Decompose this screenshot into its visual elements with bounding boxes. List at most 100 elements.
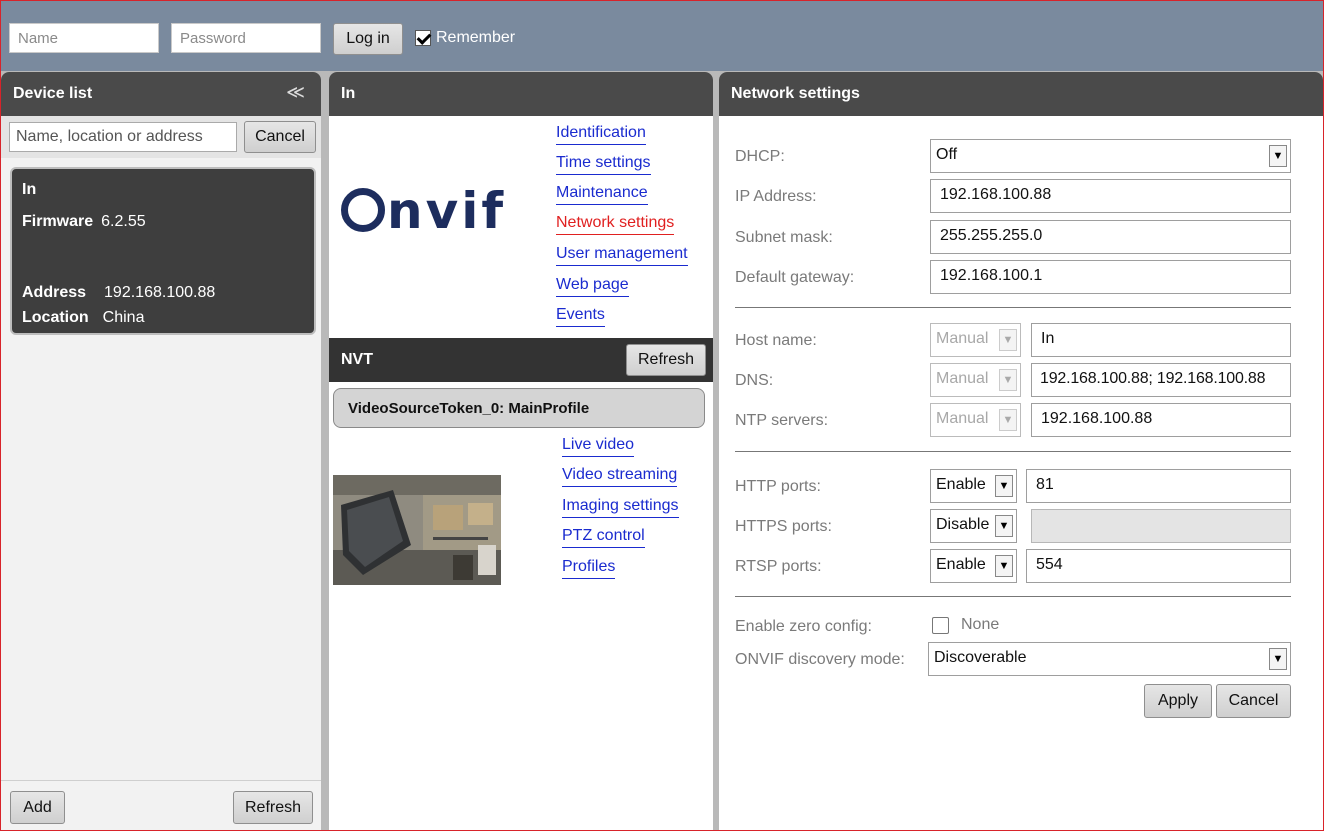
- http-mode-select[interactable]: Enable ▼: [930, 469, 1017, 503]
- rtsp-ports-label: RTSP ports:: [735, 558, 822, 575]
- login-button[interactable]: Log in: [333, 23, 403, 55]
- http-mode-value: Enable: [936, 476, 986, 493]
- login-bar: Log in Remember: [1, 1, 1323, 71]
- ntp-label: NTP servers:: [735, 412, 829, 429]
- checkbox-checked-icon[interactable]: [415, 30, 431, 46]
- chevron-down-icon: ▼: [999, 409, 1017, 431]
- rtsp-ports-field[interactable]: 554: [1026, 549, 1291, 583]
- chevron-down-icon: ▼: [999, 329, 1017, 351]
- chevron-down-icon: ▼: [1269, 648, 1287, 670]
- http-ports-field[interactable]: 81: [1026, 469, 1291, 503]
- profile-header[interactable]: VideoSourceToken_0: MainProfile: [333, 388, 705, 428]
- firmware-value: 6.2.55: [101, 213, 146, 230]
- subnet-label: Subnet mask:: [735, 229, 833, 246]
- http-ports-label: HTTP ports:: [735, 478, 821, 495]
- nvt-title: NVT: [341, 351, 373, 368]
- link-user-management[interactable]: User management: [556, 245, 688, 266]
- https-mode-select[interactable]: Disable ▼: [930, 509, 1017, 543]
- divider: [735, 451, 1291, 452]
- address-value: 192.168.100.88: [104, 284, 216, 301]
- video-thumbnail-image: [333, 475, 501, 585]
- network-settings-title: Network settings: [731, 85, 860, 102]
- device-firmware-row: Firmware 6.2.55: [22, 213, 146, 231]
- link-maintenance[interactable]: Maintenance: [556, 184, 648, 205]
- gateway-label: Default gateway:: [735, 269, 855, 286]
- name-input[interactable]: [9, 23, 159, 53]
- device-search-input[interactable]: [9, 122, 237, 152]
- onvif-logo-text: nvif: [387, 182, 507, 240]
- link-video-streaming[interactable]: Video streaming: [562, 466, 678, 487]
- chevron-down-icon: ▼: [999, 369, 1017, 391]
- https-ports-field[interactable]: [1031, 509, 1291, 543]
- zero-config-value: None: [961, 616, 1000, 633]
- dns-mode-select[interactable]: Manual ▼: [930, 363, 1021, 397]
- link-identification[interactable]: Identification: [556, 124, 646, 145]
- ip-label: IP Address:: [735, 188, 817, 205]
- link-imaging-settings[interactable]: Imaging settings: [562, 497, 679, 518]
- link-ptz-control[interactable]: PTZ control: [562, 527, 645, 548]
- device-card[interactable]: In Firmware 6.2.55 Address 192.168.100.8…: [10, 167, 316, 335]
- chevron-down-icon: ▼: [1269, 145, 1287, 167]
- cancel-button[interactable]: Cancel: [1216, 684, 1291, 718]
- address-label: Address: [22, 284, 87, 301]
- nvt-refresh-button[interactable]: Refresh: [626, 344, 706, 376]
- remember-checkbox[interactable]: Remember: [415, 29, 515, 47]
- link-events[interactable]: Events: [556, 306, 605, 327]
- device-search-row: Cancel: [1, 116, 321, 158]
- device-list-footer: Add Refresh: [1, 780, 321, 830]
- network-settings-panel: Network settings DHCP: Off ▼ IP Address:…: [719, 72, 1323, 830]
- divider: [735, 307, 1291, 308]
- checkbox-unchecked-icon[interactable]: [932, 616, 949, 634]
- device-name: In: [22, 181, 37, 198]
- dns-label: DNS:: [735, 372, 774, 389]
- link-time-settings[interactable]: Time settings: [556, 154, 651, 175]
- refresh-devices-button[interactable]: Refresh: [233, 791, 313, 824]
- device-detail-header: In: [329, 72, 713, 116]
- discovery-mode-select[interactable]: Discoverable ▼: [928, 642, 1291, 676]
- chevron-down-icon: ▼: [995, 555, 1013, 577]
- location-value: China: [102, 309, 145, 326]
- gateway-field[interactable]: 192.168.100.1: [930, 260, 1291, 294]
- collapse-icon[interactable]: ≪: [286, 82, 305, 103]
- onvif-logo-ring-icon: [341, 188, 385, 232]
- add-device-button[interactable]: Add: [10, 791, 65, 824]
- dhcp-select[interactable]: Off ▼: [930, 139, 1291, 173]
- link-web-page[interactable]: Web page: [556, 276, 629, 297]
- location-label: Location: [22, 309, 89, 326]
- discovery-mode-value: Discoverable: [934, 649, 1027, 666]
- apply-button[interactable]: Apply: [1144, 684, 1212, 718]
- host-name-field[interactable]: In: [1031, 323, 1291, 357]
- device-list-panel: Device list ≪ Cancel In Firmware 6.2.55 …: [1, 72, 321, 830]
- host-name-label: Host name:: [735, 332, 817, 349]
- dhcp-label: DHCP:: [735, 148, 785, 165]
- password-input[interactable]: [171, 23, 321, 53]
- link-network-settings[interactable]: Network settings: [556, 214, 675, 235]
- device-address-row: Address 192.168.100.88: [22, 284, 215, 302]
- rtsp-mode-select[interactable]: Enable ▼: [930, 549, 1017, 583]
- https-ports-label: HTTPS ports:: [735, 518, 832, 535]
- onvif-logo: nvif: [341, 182, 506, 240]
- video-thumbnail[interactable]: [333, 475, 501, 585]
- device-detail-panel: In nvif Identification Time settings Mai…: [329, 72, 713, 830]
- device-list-header: Device list ≪: [1, 72, 321, 116]
- ntp-field[interactable]: 192.168.100.88: [1031, 403, 1291, 437]
- dns-field[interactable]: 192.168.100.88; 192.168.100.88: [1031, 363, 1291, 397]
- link-profiles[interactable]: Profiles: [562, 558, 616, 579]
- device-detail-title: In: [341, 85, 356, 102]
- https-mode-value: Disable: [936, 516, 990, 533]
- ip-address-field[interactable]: 192.168.100.88: [930, 179, 1291, 213]
- remember-label: Remember: [436, 29, 516, 46]
- link-live-video[interactable]: Live video: [562, 436, 635, 457]
- zero-config-checkbox[interactable]: None: [932, 616, 999, 634]
- chevron-down-icon: ▼: [995, 515, 1013, 537]
- firmware-label: Firmware: [22, 213, 94, 230]
- dns-mode-value: Manual: [936, 370, 989, 387]
- search-cancel-button[interactable]: Cancel: [244, 121, 316, 153]
- zero-config-label: Enable zero config:: [735, 618, 872, 635]
- host-name-mode-select[interactable]: Manual ▼: [930, 323, 1021, 357]
- subnet-mask-field[interactable]: 255.255.255.0: [930, 220, 1291, 254]
- device-list-title: Device list: [13, 85, 93, 102]
- ntp-mode-select[interactable]: Manual ▼: [930, 403, 1021, 437]
- chevron-down-icon: ▼: [995, 475, 1013, 497]
- host-name-mode-value: Manual: [936, 330, 989, 347]
